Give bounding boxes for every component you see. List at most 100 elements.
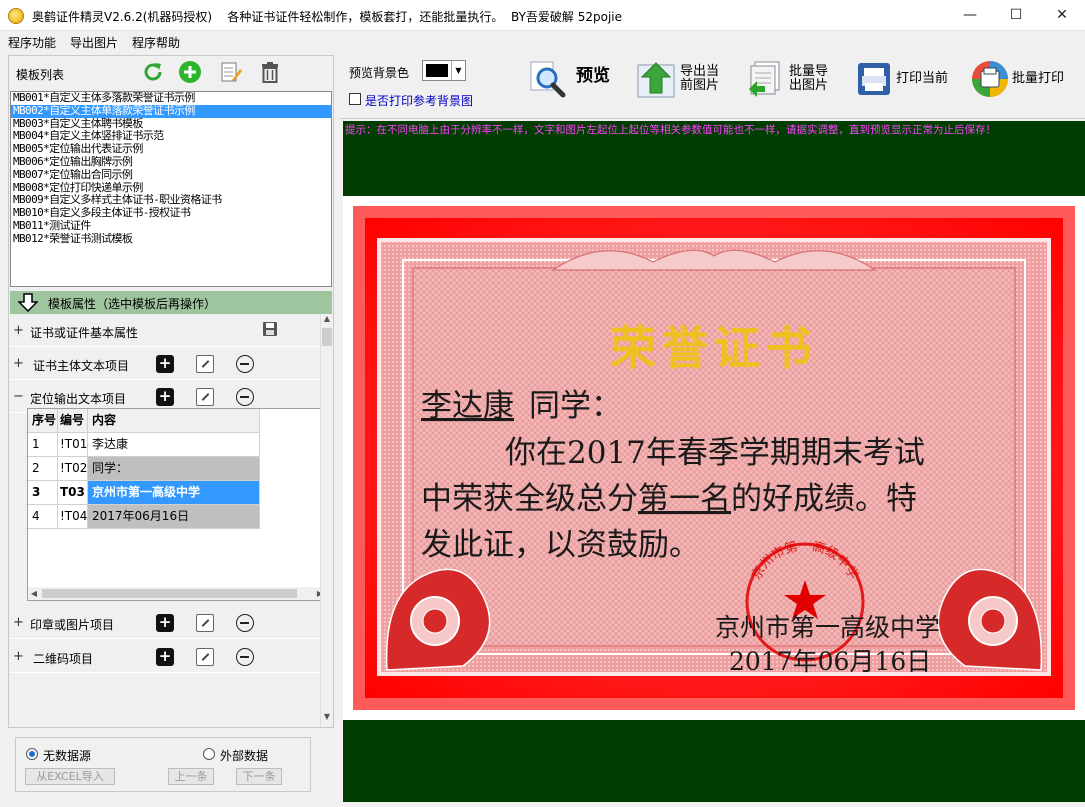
- preview-label: 预览: [576, 66, 610, 86]
- body-line-2: 中荣获全级总分第一名的好成绩。特: [421, 481, 917, 517]
- add-item-button[interactable]: +: [156, 614, 174, 632]
- expand-toggle[interactable]: +: [13, 356, 24, 371]
- recipient-name: 李达康: [421, 388, 514, 424]
- remove-item-button[interactable]: [236, 355, 254, 373]
- section-qrcode[interactable]: + 二维码项目 +: [10, 640, 320, 673]
- issuer-name: 京州市第一高级中学: [715, 613, 940, 642]
- menu-program-functions[interactable]: 程序功能: [8, 34, 56, 51]
- menu-bar: 程序功能 导出图片 程序帮助: [0, 31, 1085, 52]
- grid-cell[interactable]: 京州市第一高级中学: [88, 481, 260, 505]
- template-list-item[interactable]: MB012*荣誉证书测试模板: [11, 233, 331, 246]
- add-item-button[interactable]: +: [156, 388, 174, 406]
- remove-item-button[interactable]: [236, 648, 254, 666]
- table-row[interactable]: 4 !T04 2017年06月16日: [28, 505, 260, 529]
- external-data-radio[interactable]: [203, 748, 215, 760]
- template-list-item[interactable]: MB004*自定义主体竖排证书示范: [11, 130, 331, 143]
- edit-item-button[interactable]: [196, 388, 214, 406]
- table-row[interactable]: 2 !T02 同学：: [28, 457, 260, 481]
- section-basic-properties[interactable]: + 证书或证件基本属性: [10, 314, 320, 347]
- template-list-item[interactable]: MB009*自定义多样式主体证书-职业资格证书: [11, 194, 331, 207]
- template-list-item[interactable]: MB011*测试证件: [11, 220, 331, 233]
- table-row[interactable]: 1 !T01 李达康: [28, 433, 260, 457]
- scroll-up-icon[interactable]: ▲: [321, 314, 333, 326]
- add-item-button[interactable]: +: [156, 355, 174, 373]
- print-reference-checkbox[interactable]: [349, 93, 361, 105]
- scroll-thumb[interactable]: [42, 589, 297, 598]
- grid-cell: !T02: [58, 457, 88, 481]
- add-item-button[interactable]: +: [156, 648, 174, 666]
- batch-export-button[interactable]: 批量导 出图片: [745, 59, 841, 99]
- grid-cell: 3: [28, 481, 58, 505]
- section-seal-images[interactable]: + 印章或图片项目 +: [10, 606, 320, 639]
- grid-cell: T03: [58, 481, 88, 505]
- grid-cell[interactable]: 同学：: [88, 457, 260, 481]
- previous-record-button[interactable]: 上一条: [168, 768, 214, 785]
- edit-item-button[interactable]: [196, 355, 214, 373]
- edit-item-button[interactable]: [196, 614, 214, 632]
- refresh-icon[interactable]: [141, 60, 165, 84]
- remove-item-button[interactable]: [236, 614, 254, 632]
- hint-text: 提示：在不同电脑上由于分辨率不一样，文字和图片左起位上起位等相关参数值可能也不一…: [343, 121, 1085, 139]
- scroll-down-icon[interactable]: ▼: [321, 712, 333, 724]
- template-list-item[interactable]: MB010*自定义多段主体证书-授权证书: [11, 207, 331, 220]
- expand-toggle[interactable]: +: [13, 649, 24, 664]
- grid-header-cell: 编号: [58, 409, 88, 433]
- section-label: 二维码项目: [33, 652, 94, 666]
- expand-toggle[interactable]: +: [13, 323, 24, 338]
- preview-canvas: 荣誉证书 李达康 同学： 你在2017年春季学期期末考试 中荣获全级总分第一名的…: [343, 139, 1085, 802]
- certificate-heading: 荣誉证书: [610, 321, 818, 375]
- expand-toggle[interactable]: +: [13, 615, 24, 630]
- template-list-item[interactable]: MB006*定位输出胸牌示例: [11, 156, 331, 169]
- properties-title: 模板属性（选中模板后再操作）: [48, 297, 217, 311]
- text-items-grid[interactable]: 序号 编号 内容 1 !T01 李达康 2 !T02 同学： 3 T03 京州市…: [27, 408, 327, 601]
- grid-horizontal-scrollbar[interactable]: ◀ ▶: [28, 587, 326, 600]
- template-list[interactable]: MB001*自定义主体多落款荣誉证书示例 MB002*自定义主体单落款荣誉证书示…: [10, 91, 332, 287]
- template-list-item-selected[interactable]: MB002*自定义主体单落款荣誉证书示例: [11, 104, 331, 118]
- properties-area: + 证书或证件基本属性 + 证书主体文本项目 + − 定位输出文本项目 + 序号…: [10, 314, 333, 726]
- template-list-item[interactable]: MB003*自定义主体聘书模板: [11, 118, 331, 131]
- preview-area: 提示：在不同电脑上由于分辨率不一样，文字和图片左起位上起位等相关参数值可能也不一…: [340, 118, 1085, 802]
- delete-template-icon[interactable]: [258, 60, 282, 84]
- chevron-down-icon[interactable]: ▼: [451, 61, 465, 80]
- properties-vertical-scrollbar[interactable]: ▲ ▼: [320, 314, 333, 726]
- section-body-text[interactable]: + 证书主体文本项目 +: [10, 347, 320, 380]
- edit-template-icon[interactable]: [219, 60, 243, 84]
- save-icon[interactable]: [262, 321, 278, 337]
- bg-color-picker[interactable]: ▼: [422, 60, 466, 81]
- next-record-button[interactable]: 下一条: [236, 768, 282, 785]
- print-current-button[interactable]: 打印当前: [854, 59, 954, 99]
- radio-label: 外部数据: [220, 749, 269, 763]
- scroll-left-icon[interactable]: ◀: [28, 587, 40, 600]
- radio-label: 无数据源: [43, 749, 92, 763]
- grid-cell[interactable]: 李达康: [88, 433, 260, 457]
- left-panel: 模板列表 MB001*自定义主体多落款荣誉证书示例 MB002*自定义主体单落款…: [8, 55, 334, 728]
- minimize-button[interactable]: —: [947, 0, 993, 31]
- table-row-selected[interactable]: 3 T03 京州市第一高级中学: [28, 481, 260, 505]
- section-label: 印章或图片项目: [30, 618, 115, 632]
- template-list-item[interactable]: MB005*定位输出代表证示例: [11, 143, 331, 156]
- batch-print-button[interactable]: 批量打印: [970, 59, 1080, 99]
- menu-program-help[interactable]: 程序帮助: [132, 34, 180, 51]
- menu-export-image[interactable]: 导出图片: [70, 34, 118, 51]
- grid-cell: !T01: [58, 433, 88, 457]
- no-datasource-radio[interactable]: [26, 748, 38, 760]
- add-template-icon[interactable]: [178, 60, 202, 84]
- preview-button[interactable]: 预览: [528, 59, 618, 99]
- section-label: 定位输出文本项目: [30, 392, 127, 406]
- remove-item-button[interactable]: [236, 388, 254, 406]
- edit-item-button[interactable]: [196, 648, 214, 666]
- grid-cell[interactable]: 2017年06月16日: [88, 505, 260, 529]
- properties-header: 模板属性（选中模板后再操作）: [10, 291, 332, 314]
- body-line-1: 你在2017年春季学期期末考试: [505, 435, 925, 471]
- maximize-button[interactable]: ☐: [993, 0, 1039, 31]
- template-list-item[interactable]: MB001*自定义主体多落款荣誉证书示例: [11, 92, 331, 105]
- scroll-thumb[interactable]: [322, 328, 332, 346]
- close-button[interactable]: ✕: [1039, 0, 1085, 31]
- template-list-item[interactable]: MB007*定位输出合同示例: [11, 169, 331, 182]
- collapse-toggle[interactable]: −: [13, 389, 24, 404]
- import-excel-button[interactable]: 从EXCEL导入: [25, 768, 115, 785]
- title-bar: 奥鹤证件精灵V2.6.2(机器码授权) 各种证书证件轻松制作，模板套打，还能批量…: [0, 0, 1085, 31]
- template-list-item[interactable]: MB008*定位打印快递单示例: [11, 182, 331, 195]
- down-arrow-icon: [18, 293, 38, 312]
- export-current-button[interactable]: 导出当 前图片: [636, 59, 728, 99]
